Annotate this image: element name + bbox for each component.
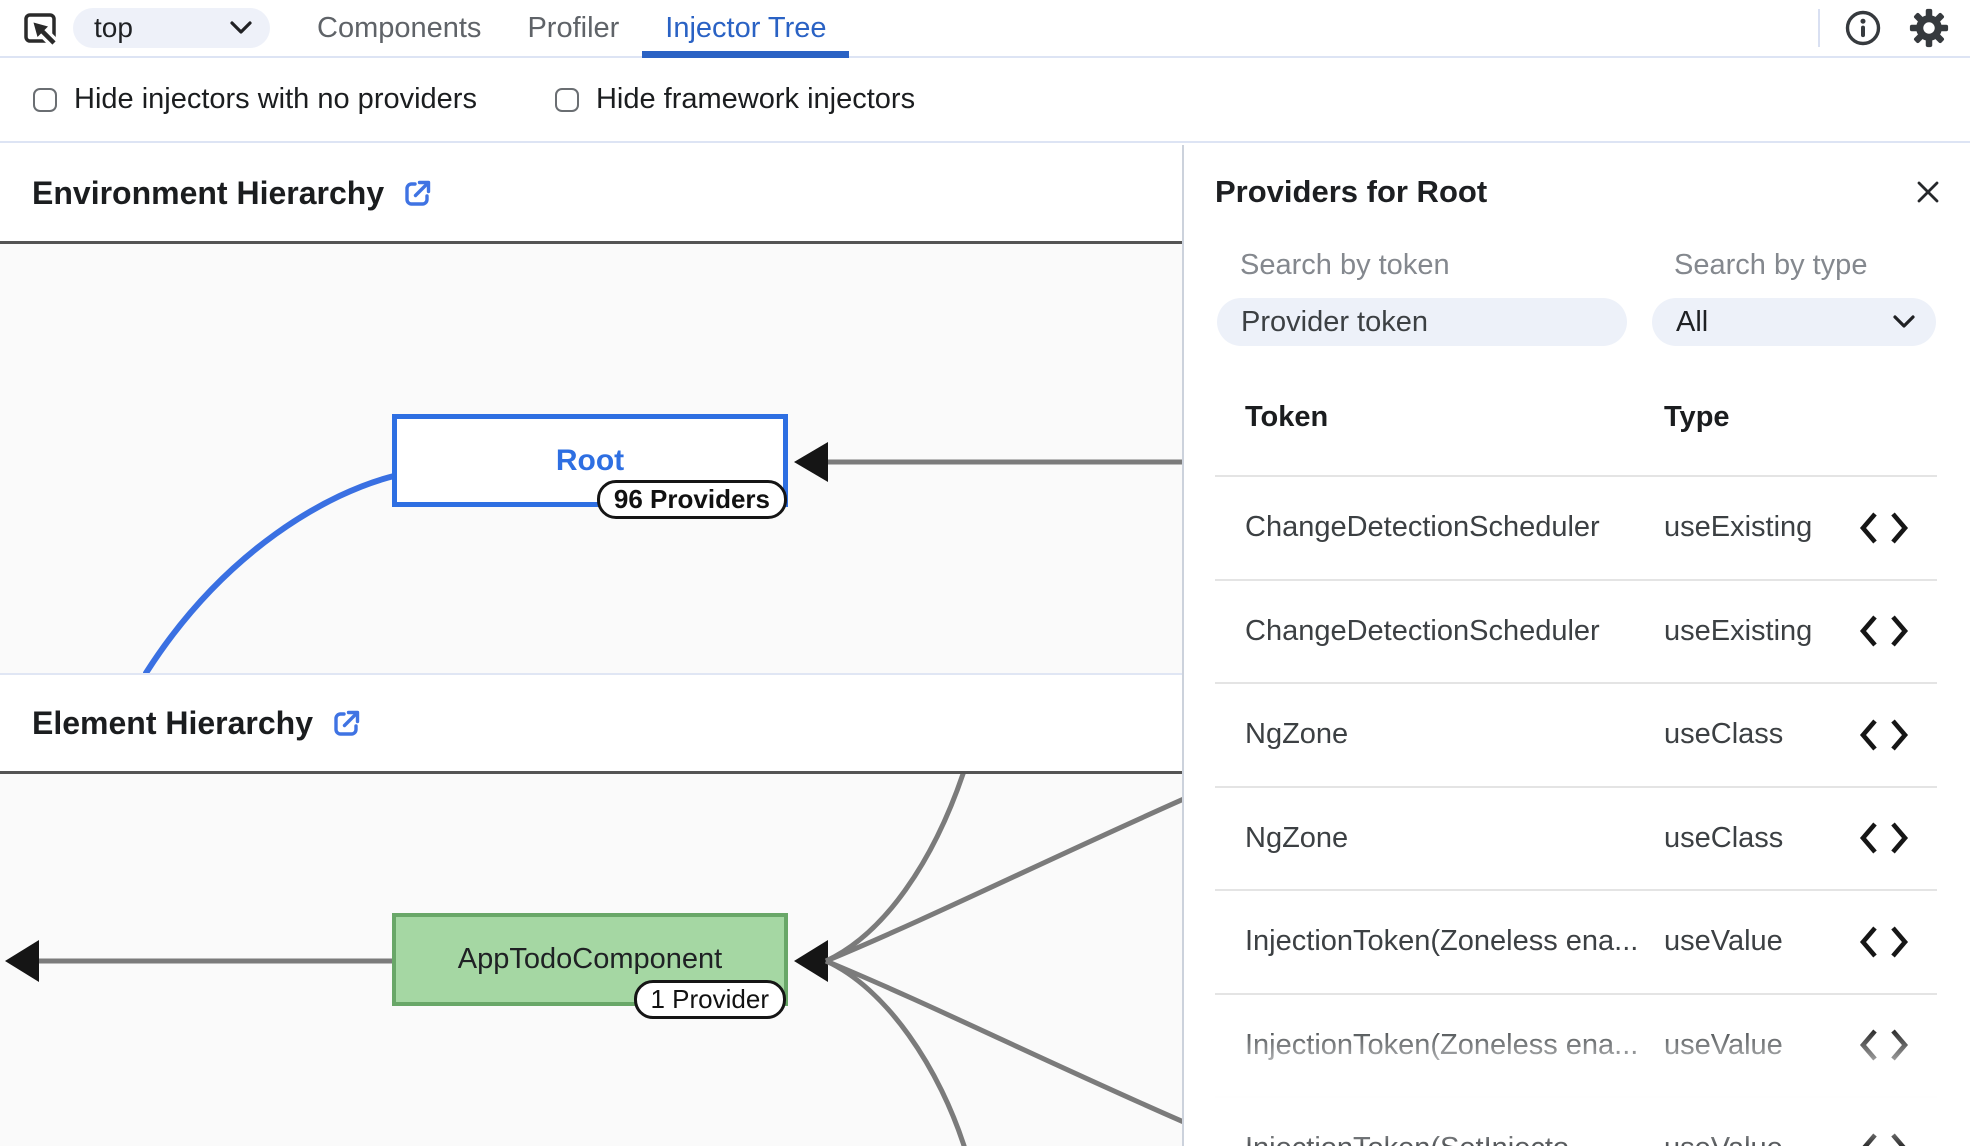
token-search-input[interactable] — [1217, 298, 1627, 346]
type-filter-value: All — [1676, 306, 1708, 339]
info-icon — [1844, 9, 1882, 47]
provider-token: InjectionToken(SetInjecto... — [1245, 1132, 1664, 1146]
type-filter-select[interactable]: All — [1652, 298, 1936, 346]
providers-table-header: Token Type — [1215, 396, 1937, 438]
providers-count-badge: 96 Providers — [597, 480, 787, 519]
chevron-down-icon — [1892, 314, 1916, 330]
provider-token: ChangeDetectionScheduler — [1245, 615, 1664, 648]
top-actions — [1818, 0, 1970, 56]
tab-injector-tree-label: Injector Tree — [665, 12, 826, 45]
environment-hierarchy-graph: Root 96 Providers — [0, 244, 1182, 675]
providers-panel: Providers for Root Search by token Searc… — [1184, 145, 1970, 1146]
injector-graph-panel: Environment Hierarchy Root 96 Providers — [0, 145, 1184, 1146]
view-source-icon[interactable] — [1859, 821, 1909, 855]
injector-node-root-label: Root — [556, 444, 624, 478]
gear-icon — [1908, 7, 1950, 49]
top-bar: top Components Profiler Injector Tree — [0, 0, 1970, 58]
open-environment-hierarchy-button[interactable] — [402, 178, 433, 209]
edge-child-2 — [826, 798, 1182, 961]
provider-type: useExisting — [1664, 615, 1859, 648]
environment-hierarchy-header: Environment Hierarchy — [0, 145, 1182, 244]
provider-type: useValue — [1664, 925, 1859, 958]
edge-arrowhead-right — [794, 940, 828, 982]
edge-arrowhead-left — [5, 940, 39, 982]
settings-button[interactable] — [1908, 7, 1950, 49]
hide-no-providers-checkbox[interactable] — [33, 88, 57, 112]
hide-no-providers-label: Hide injectors with no providers — [74, 83, 477, 116]
search-by-token-label: Search by token — [1240, 249, 1450, 282]
inspect-element-button[interactable] — [20, 8, 60, 48]
tab-injector-tree[interactable]: Injector Tree — [642, 0, 849, 56]
view-source-icon[interactable] — [1859, 1132, 1909, 1146]
view-source-icon[interactable] — [1859, 925, 1909, 959]
provider-row[interactable]: InjectionToken(Zoneless ena... useValue — [1215, 889, 1937, 993]
providers-table-body: ChangeDetectionScheduler useExisting Cha… — [1215, 475, 1937, 1146]
tab-components-label: Components — [317, 12, 481, 45]
provider-type: useExisting — [1664, 511, 1859, 544]
tab-profiler[interactable]: Profiler — [504, 0, 642, 56]
injector-node-root[interactable]: Root 96 Providers — [392, 414, 788, 507]
view-source-icon[interactable] — [1859, 718, 1909, 752]
provider-row[interactable]: ChangeDetectionScheduler useExisting — [1215, 475, 1937, 579]
provider-row[interactable]: NgZone useClass — [1215, 682, 1937, 786]
element-hierarchy-header: Element Hierarchy — [0, 675, 1182, 774]
open-element-hierarchy-button[interactable] — [331, 708, 362, 739]
provider-token: NgZone — [1245, 718, 1664, 751]
providers-title-row: Providers for Root — [1215, 169, 1942, 215]
search-by-type-label: Search by type — [1674, 249, 1867, 282]
provider-token: InjectionToken(Zoneless ena... — [1245, 925, 1664, 958]
providers-panel-title: Providers for Root — [1215, 174, 1487, 210]
provider-token: ChangeDetectionScheduler — [1245, 511, 1664, 544]
provider-token: NgZone — [1245, 822, 1664, 855]
provider-type: useValue — [1664, 1029, 1859, 1062]
provider-row[interactable]: NgZone useClass — [1215, 786, 1937, 890]
hide-framework-checkbox[interactable] — [555, 88, 579, 112]
provider-type: useClass — [1664, 718, 1859, 751]
edge-child-3 — [826, 961, 1182, 1123]
info-button[interactable] — [1844, 9, 1882, 47]
injector-node-apptodocomponent-label: AppTodoComponent — [458, 943, 722, 976]
top-bar-divider — [1818, 9, 1820, 47]
close-icon — [1914, 178, 1942, 206]
element-hierarchy-title: Element Hierarchy — [32, 705, 313, 742]
open-in-new-icon — [402, 178, 433, 209]
filter-bar: Hide injectors with no providers Hide fr… — [0, 58, 1970, 143]
provider-row[interactable]: ChangeDetectionScheduler useExisting — [1215, 579, 1937, 683]
element-hierarchy-graph: AppTodoComponent 1 Provider — [0, 774, 1182, 1146]
tab-components[interactable]: Components — [294, 0, 504, 56]
view-source-icon[interactable] — [1859, 614, 1909, 648]
provider-row[interactable]: InjectionToken(Zoneless ena... useValue — [1215, 993, 1937, 1097]
provider-token: InjectionToken(Zoneless ena... — [1245, 1029, 1664, 1062]
injector-node-apptodocomponent[interactable]: AppTodoComponent 1 Provider — [392, 913, 788, 1006]
type-column-header: Type — [1664, 401, 1937, 434]
hide-framework-label: Hide framework injectors — [596, 83, 915, 116]
close-providers-button[interactable] — [1914, 178, 1942, 206]
provider-type: useClass — [1664, 822, 1859, 855]
edge-root-child — [146, 476, 394, 673]
angular-devtools-injector-tree: top Components Profiler Injector Tree — [0, 0, 1970, 1146]
token-column-header: Token — [1245, 401, 1664, 434]
environment-hierarchy-title: Environment Hierarchy — [32, 175, 384, 212]
main-tabs: Components Profiler Injector Tree — [294, 0, 849, 56]
inspect-element-icon — [20, 9, 60, 47]
open-in-new-icon — [331, 708, 362, 739]
provider-row[interactable]: InjectionToken(SetInjecto... useValue — [1215, 1096, 1937, 1146]
chevron-down-icon — [229, 20, 253, 36]
view-source-icon[interactable] — [1859, 1028, 1909, 1062]
edge-arrowhead — [794, 442, 828, 482]
view-source-icon[interactable] — [1859, 511, 1909, 545]
providers-count-badge: 1 Provider — [634, 980, 787, 1019]
frame-selector[interactable]: top — [73, 8, 270, 48]
frame-selector-value: top — [94, 12, 133, 44]
tab-profiler-label: Profiler — [527, 12, 619, 45]
provider-type: useValue — [1664, 1132, 1859, 1146]
